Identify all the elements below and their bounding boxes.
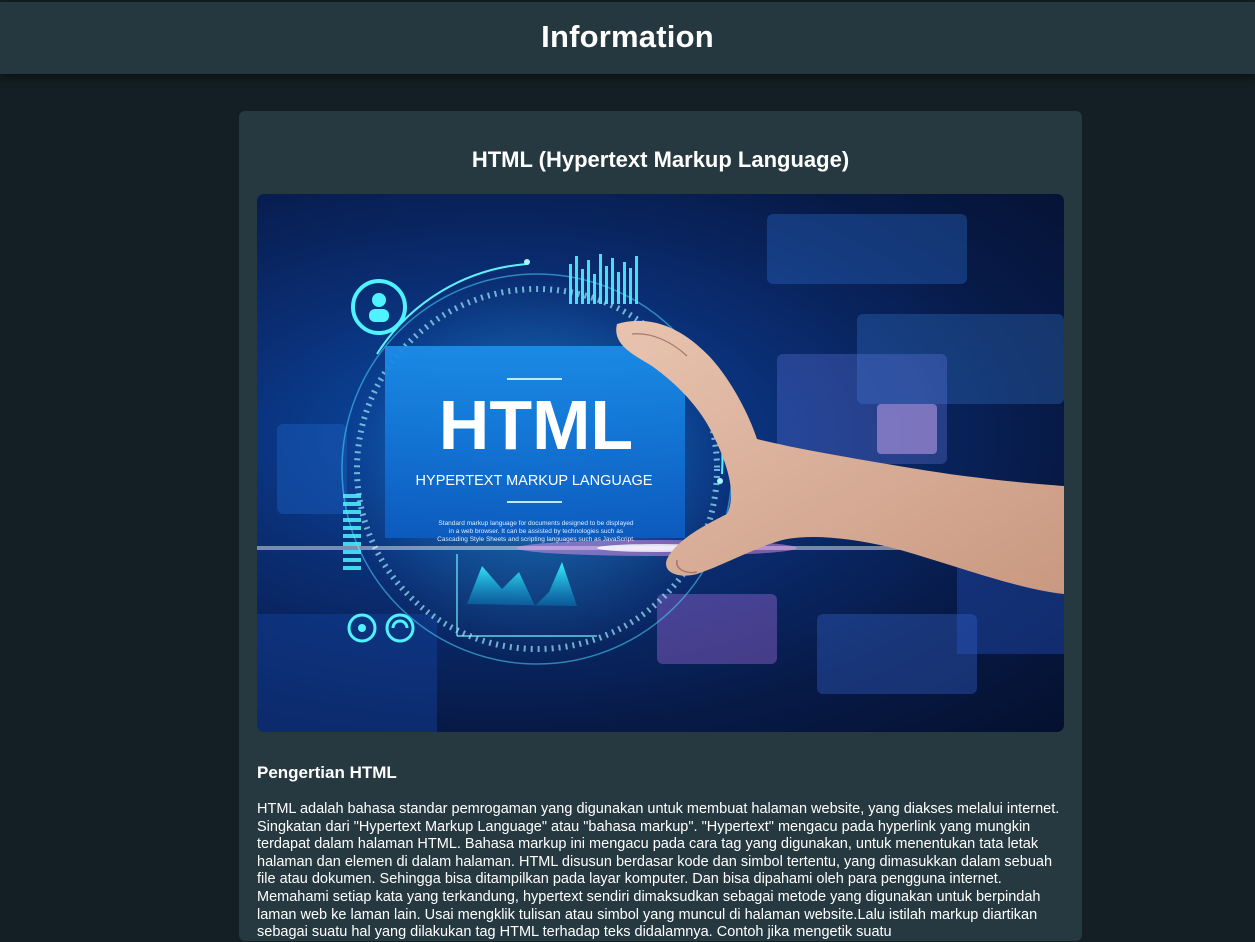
section-body-text: HTML adalah bahasa standar pemrogaman ya… (257, 801, 1060, 941)
hero-headline: HTML (439, 386, 633, 464)
hero-illustration: HTML HYPERTEXT MARKUP LANGUAGE Standard … (257, 214, 1064, 732)
section-heading: Pengertian HTML (257, 763, 397, 782)
top-header-bar: Information (0, 2, 1255, 74)
hero-caption-1: Standard markup language for documents d… (438, 520, 634, 527)
hero-subheadline: HYPERTEXT MARKUP LANGUAGE (416, 473, 653, 489)
html-hero-image: HTML HYPERTEXT MARKUP LANGUAGE Standard … (257, 194, 1064, 732)
page-title: Information (541, 19, 714, 54)
card-title: HTML (Hypertext Markup Language) (471, 147, 850, 172)
info-card: HTML (Hypertext Markup Language) HTML HY… (239, 111, 1082, 941)
hero-caption-2: in a web browser. It can be assisted by … (449, 528, 624, 535)
